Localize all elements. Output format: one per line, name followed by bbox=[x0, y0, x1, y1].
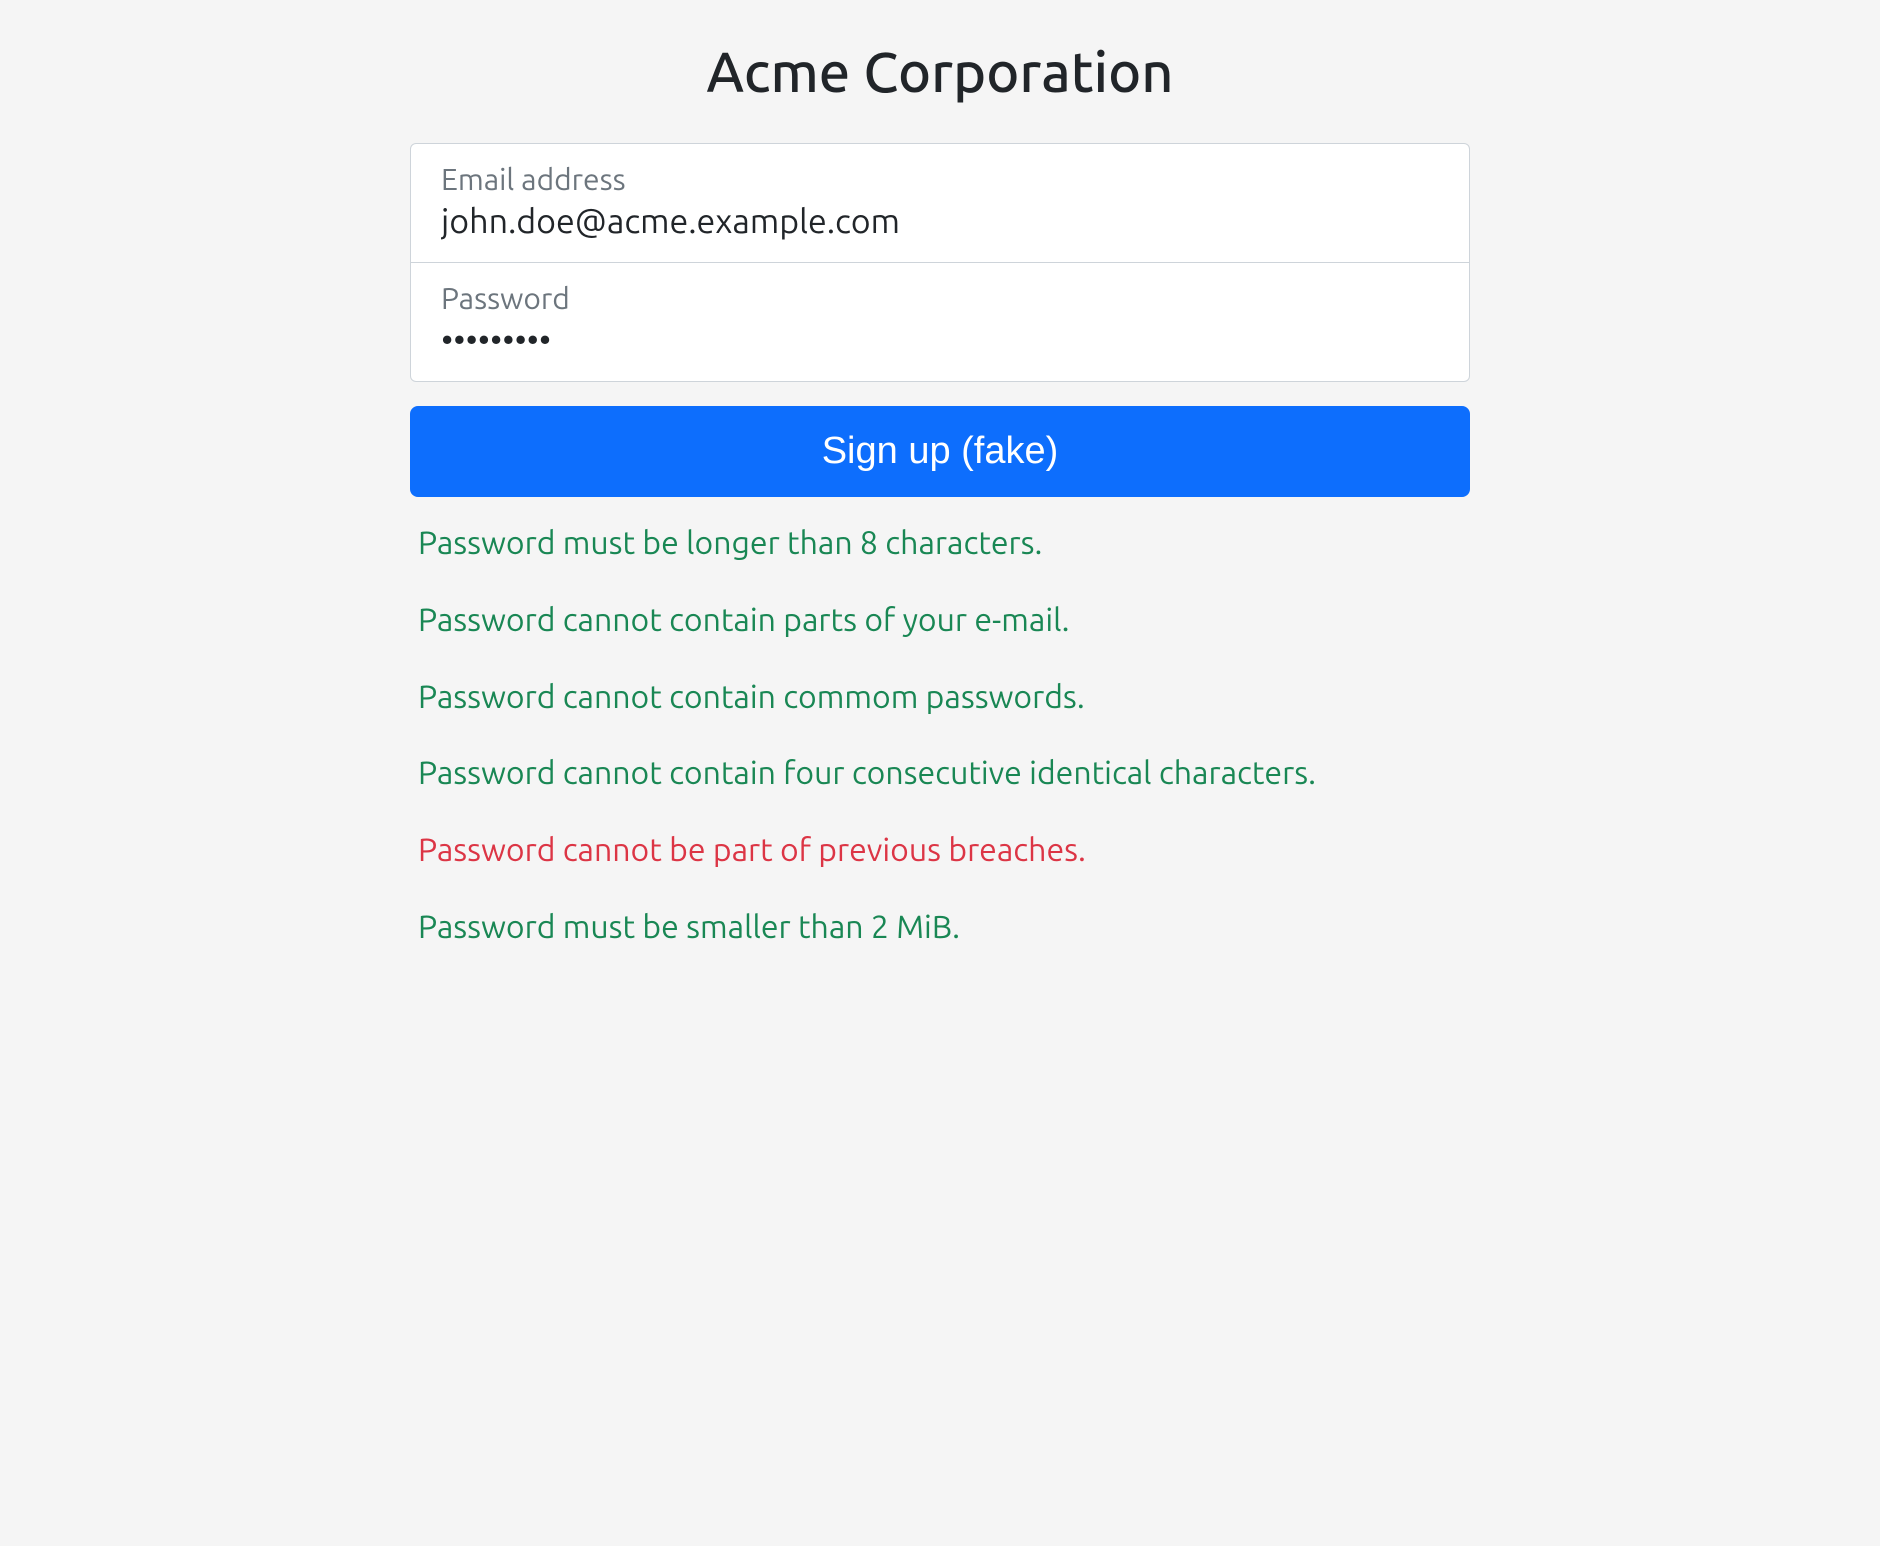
validation-item: Password cannot contain commom passwords… bbox=[418, 675, 1462, 720]
email-input-wrapper: Email address bbox=[411, 144, 1469, 263]
signup-button[interactable]: Sign up (fake) bbox=[410, 406, 1470, 497]
validation-item: Password cannot be part of previous brea… bbox=[418, 828, 1462, 873]
password-label: Password bbox=[441, 281, 1439, 315]
password-field[interactable] bbox=[441, 321, 1439, 359]
signup-container: Acme Corporation Email address Password … bbox=[390, 40, 1490, 950]
validation-item: Password must be smaller than 2 MiB. bbox=[418, 905, 1462, 950]
validation-item: Password must be longer than 8 character… bbox=[418, 521, 1462, 566]
password-input-wrapper: Password bbox=[411, 263, 1469, 381]
email-label: Email address bbox=[441, 162, 1439, 196]
validation-item: Password cannot contain four consecutive… bbox=[418, 751, 1462, 796]
page-title: Acme Corporation bbox=[410, 40, 1470, 103]
form-group: Email address Password bbox=[410, 143, 1470, 382]
email-field[interactable] bbox=[441, 202, 1439, 240]
validation-item: Password cannot contain parts of your e-… bbox=[418, 598, 1462, 643]
validation-list: Password must be longer than 8 character… bbox=[410, 521, 1470, 950]
